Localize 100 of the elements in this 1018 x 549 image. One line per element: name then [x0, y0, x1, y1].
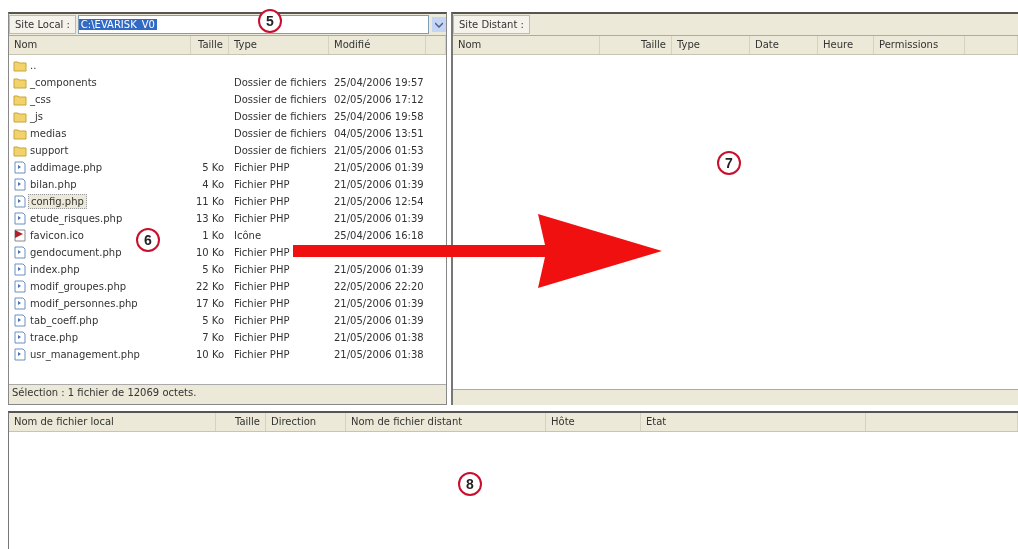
file-size: 5 Ko — [201, 315, 225, 326]
column-header[interactable]: Etat — [641, 413, 866, 431]
flag-icon — [13, 229, 27, 242]
folder-icon — [13, 127, 27, 140]
file-type: Icône — [233, 230, 263, 241]
file-date: 21/05/2006 01:39 — [333, 179, 425, 190]
file-icon — [13, 161, 27, 174]
file-type: Fichier PHP — [233, 264, 291, 275]
status-text: Sélection : 1 fichier de 12069 octets. — [9, 384, 446, 404]
folder-icon — [13, 110, 27, 123]
column-header[interactable]: Taille — [600, 36, 672, 54]
file-icon — [13, 246, 27, 259]
file-name[interactable]: _components — [28, 76, 99, 89]
file-type: Fichier PHP — [233, 179, 291, 190]
file-date: 21/05/2006 01:38 — [333, 349, 425, 360]
file-date: 21/05/2006 01:39 — [333, 264, 425, 275]
column-header[interactable]: Hôte — [546, 413, 641, 431]
file-name[interactable]: addimage.php — [28, 161, 105, 174]
folder-icon — [13, 144, 27, 157]
file-type: Fichier PHP — [233, 281, 291, 292]
file-name[interactable]: trace.php — [28, 331, 81, 344]
file-date: 21/05/2006 01:39 — [333, 213, 425, 224]
column-header[interactable]: Modifié — [329, 36, 426, 54]
file-icon — [13, 195, 27, 208]
file-date: 21/05/2006 01:38 — [333, 332, 425, 343]
file-date: 25/04/2006 19:57 — [333, 77, 425, 88]
file-name[interactable]: usr_management.php — [28, 348, 142, 361]
folder-icon — [13, 59, 27, 72]
file-icon — [13, 263, 27, 276]
column-header[interactable]: Nom — [9, 36, 191, 54]
column-header[interactable]: Type — [229, 36, 329, 54]
file-name[interactable]: gendocument.php — [28, 246, 124, 259]
file-date: 21/05/2006 01:39 — [333, 315, 425, 326]
file-type: Fichier PHP — [233, 247, 291, 258]
site-local-label: Site Local : — [9, 15, 76, 34]
column-header[interactable]: Nom de fichier distant — [346, 413, 546, 431]
file-icon — [13, 280, 27, 293]
file-type: Dossier de fichiers — [233, 94, 328, 105]
column-header[interactable]: Heure — [818, 36, 874, 54]
file-type: Fichier PHP — [233, 298, 291, 309]
file-type: Fichier PHP — [233, 349, 291, 360]
file-icon — [13, 348, 27, 361]
file-size: 10 Ko — [195, 349, 226, 360]
file-type: Fichier PHP — [233, 196, 291, 207]
file-size: 17 Ko — [195, 298, 226, 309]
file-type: Dossier de fichiers — [233, 128, 328, 139]
file-icon — [13, 212, 27, 225]
file-size: 22 Ko — [195, 281, 226, 292]
column-header[interactable]: Nom — [453, 36, 600, 54]
file-name[interactable]: medias — [28, 127, 69, 140]
file-date: 22/05/2006 22:20 — [333, 281, 425, 292]
file-date: 21/05/2006 01:53 — [333, 145, 425, 156]
file-type: Fichier PHP — [233, 213, 291, 224]
file-size: 10 Ko — [195, 247, 226, 258]
file-size: 11 Ko — [195, 196, 226, 207]
file-name[interactable]: support — [28, 144, 71, 157]
file-name[interactable]: config.php — [28, 194, 87, 209]
file-size: 13 Ko — [195, 213, 226, 224]
file-date: 21/05/2006 12:54 — [333, 196, 425, 207]
file-size: 5 Ko — [201, 162, 225, 173]
file-name[interactable]: modif_groupes.php — [28, 280, 129, 293]
file-date: 21/05/2006 01:39 — [333, 162, 425, 173]
column-header[interactable]: Permissions — [874, 36, 965, 54]
file-name[interactable]: .. — [28, 59, 39, 72]
file-type: Fichier PHP — [233, 315, 291, 326]
file-name[interactable]: _js — [28, 110, 45, 123]
file-type: Dossier de fichiers — [233, 77, 328, 88]
column-header[interactable]: Date — [750, 36, 818, 54]
file-icon — [13, 331, 27, 344]
file-date: 02/05/2006 17:12 — [333, 94, 425, 105]
file-size: 7 Ko — [201, 332, 225, 343]
file-name[interactable]: bilan.php — [28, 178, 79, 191]
file-name[interactable]: tab_coeff.php — [28, 314, 101, 327]
file-date: 04/05/2006 13:51 — [333, 128, 425, 139]
file-name[interactable]: index.php — [28, 263, 82, 276]
folder-icon — [13, 93, 27, 106]
file-icon — [13, 314, 27, 327]
column-header[interactable]: Type — [672, 36, 750, 54]
file-name[interactable]: _css — [28, 93, 53, 106]
file-date: 21/05/2006 01:39 — [333, 298, 425, 309]
column-header[interactable]: Nom de fichier local — [9, 413, 216, 431]
file-type: Fichier PHP — [233, 162, 291, 173]
file-type: Dossier de fichiers — [233, 111, 328, 122]
file-size: 4 Ko — [201, 179, 225, 190]
file-size: 5 Ko — [201, 264, 225, 275]
column-header[interactable]: Direction — [266, 413, 346, 431]
file-icon — [13, 178, 27, 191]
file-type: Fichier PHP — [233, 332, 291, 343]
site-distant-label: Site Distant : — [453, 15, 530, 34]
file-size: 1 Ko — [201, 230, 225, 241]
file-date: 25/04/2006 19:58 — [333, 111, 425, 122]
file-date: 25/04/2006 16:18 — [333, 230, 425, 241]
file-type: Dossier de fichiers — [233, 145, 328, 156]
file-icon — [13, 297, 27, 310]
column-header[interactable]: Taille — [191, 36, 229, 54]
column-header[interactable]: Taille — [216, 413, 266, 431]
file-name[interactable]: etude_risques.php — [28, 212, 125, 225]
file-name[interactable]: favicon.ico — [28, 229, 86, 242]
file-name[interactable]: modif_personnes.php — [28, 297, 140, 310]
folder-icon — [13, 76, 27, 89]
